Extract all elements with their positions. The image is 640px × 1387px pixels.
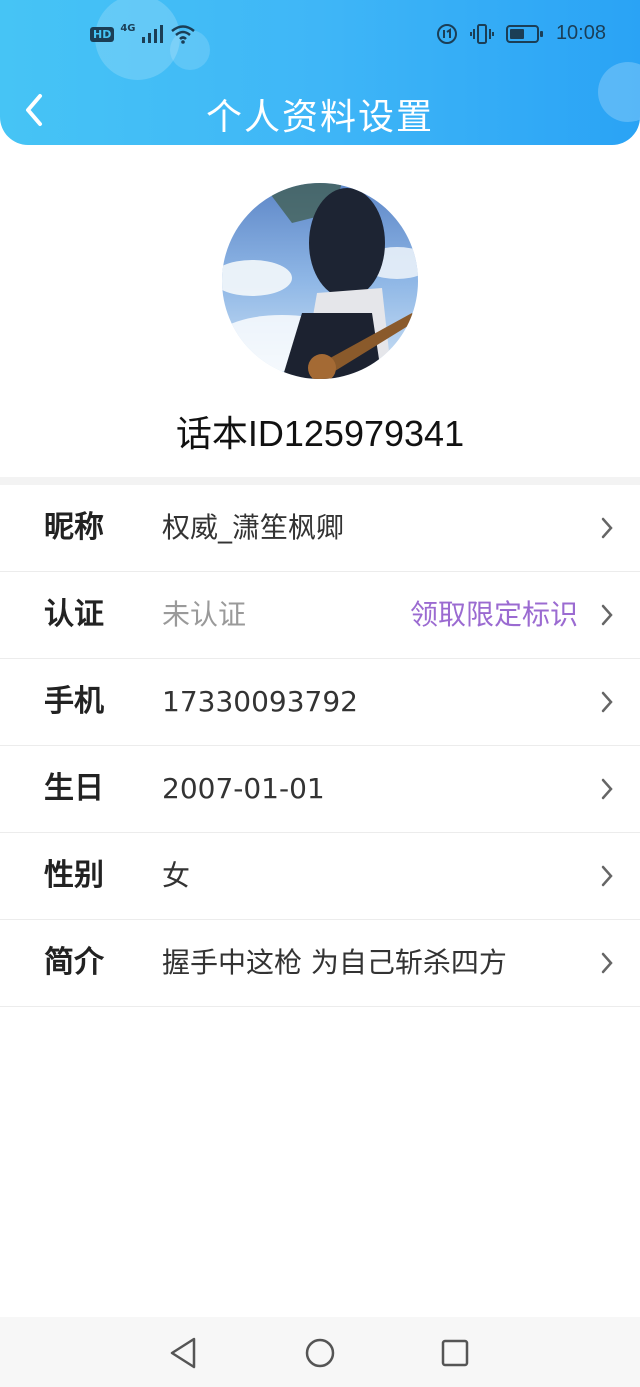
chevron-right-icon [601,604,613,626]
row-label: 手机 [44,684,104,719]
home-circle-icon [305,1338,335,1368]
system-nav-bar [0,1317,640,1387]
row-value: 女 [162,859,191,892]
row-label: 生日 [44,771,104,806]
row-verification[interactable]: 认证 未认证 领取限定标识 [0,572,640,659]
section-divider [0,477,640,485]
battery-icon [505,24,543,43]
status-bar: HD 4G 10:08 [0,0,640,75]
row-value: 2007-01-01 [162,772,325,805]
nav-recents-button[interactable] [435,1333,475,1373]
status-left: HD 4G [90,22,196,44]
avatar-image [222,183,418,379]
chevron-right-icon [601,517,613,539]
row-phone[interactable]: 手机 17330093792 [0,659,640,746]
recents-square-icon [441,1339,469,1367]
chevron-right-icon [601,952,613,974]
status-time: 10:08 [555,22,606,44]
avatar[interactable] [222,183,418,379]
row-value: 权威_潇笙枫卿 [162,511,345,544]
row-gender[interactable]: 性别 女 [0,833,640,920]
row-label: 认证 [44,597,104,632]
nav-back-button[interactable] [164,1333,204,1373]
claim-badge-link[interactable]: 领取限定标识 [410,572,578,658]
chevron-right-icon [601,691,613,713]
row-value: 17330093792 [162,685,358,718]
row-label: 简介 [44,945,104,980]
row-value: 握手中这枪 为自己斩杀四方 [162,946,507,979]
network-type-label: 4G [120,22,136,34]
status-right: 10:08 [436,22,606,45]
vibrate-icon [469,23,494,44]
row-nickname[interactable]: 昵称 权威_潇笙枫卿 [0,485,640,572]
row-bio[interactable]: 简介 握手中这枪 为自己斩杀四方 [0,920,640,1007]
data-saver-icon [436,23,457,44]
header-bar: HD 4G 10:08 个人资料设置 [0,0,640,145]
profile-settings-list: 昵称 权威_潇笙枫卿 认证 未认证 领取限定标识 手机 17330093792 … [0,485,640,1007]
chevron-right-icon [601,865,613,887]
wifi-icon [170,25,195,44]
row-label: 昵称 [44,510,104,545]
page-title: 个人资料设置 [205,97,434,138]
nav-home-button[interactable] [300,1333,340,1373]
signal-icon [141,25,163,43]
row-value: 未认证 [162,598,247,631]
row-label: 性别 [44,858,104,893]
back-triangle-icon [170,1337,196,1369]
hd-badge: HD [90,26,115,42]
row-birthday[interactable]: 生日 2007-01-01 [0,746,640,833]
chevron-right-icon [601,778,613,800]
user-id-label: 话本ID125979341 [175,413,465,454]
